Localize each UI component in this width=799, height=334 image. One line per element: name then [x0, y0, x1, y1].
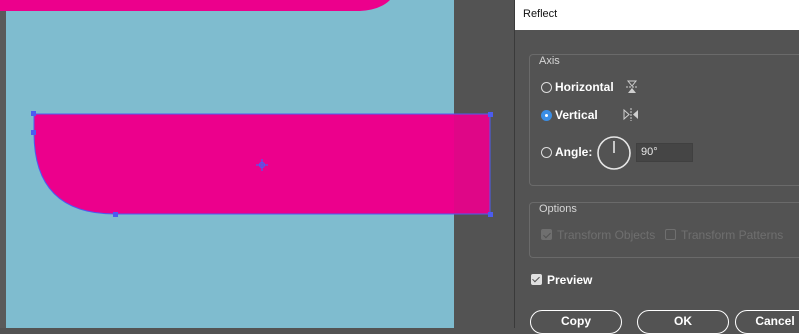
reflect-dialog: Reflect Axis Horizontal Vertical Angle: …: [514, 0, 799, 334]
cancel-button[interactable]: Cancel: [735, 310, 799, 334]
angle-radio[interactable]: [541, 147, 552, 158]
horizontal-radio[interactable]: [541, 82, 552, 93]
reflect-horizontal-icon: [626, 80, 638, 93]
options-group-label: Options: [539, 203, 577, 215]
angle-dial-icon[interactable]: [596, 135, 632, 171]
preview-checkbox[interactable]: [531, 274, 542, 285]
transform-patterns-label[interactable]: Transform Patterns: [681, 228, 783, 242]
reflect-vertical-icon: [623, 108, 638, 121]
anchor-handle-top-left[interactable]: [31, 111, 36, 116]
dialog-title: Reflect: [523, 8, 558, 20]
angle-input[interactable]: 90°: [636, 143, 693, 162]
selected-shape-overlap: [454, 112, 493, 217]
angle-label[interactable]: Angle:: [555, 145, 592, 159]
preview-label[interactable]: Preview: [547, 273, 592, 287]
dialog-title-bar[interactable]: Reflect: [515, 0, 799, 30]
axis-group-label: Axis: [539, 55, 560, 67]
vertical-label[interactable]: Vertical: [555, 108, 598, 122]
transform-objects-checkbox[interactable]: [541, 229, 552, 240]
transform-objects-label[interactable]: Transform Objects: [557, 228, 655, 242]
transform-patterns-checkbox[interactable]: [665, 229, 676, 240]
ok-button[interactable]: OK: [637, 310, 729, 334]
vertical-radio[interactable]: [541, 110, 552, 121]
artboard-artwork[interactable]: [0, 0, 491, 328]
copy-button[interactable]: Copy: [530, 310, 622, 334]
horizontal-label[interactable]: Horizontal: [555, 80, 614, 94]
anchor-handle-bottom[interactable]: [113, 212, 118, 217]
top-shape-edge[interactable]: [0, 0, 390, 11]
anchor-handle-left[interactable]: [31, 130, 36, 135]
